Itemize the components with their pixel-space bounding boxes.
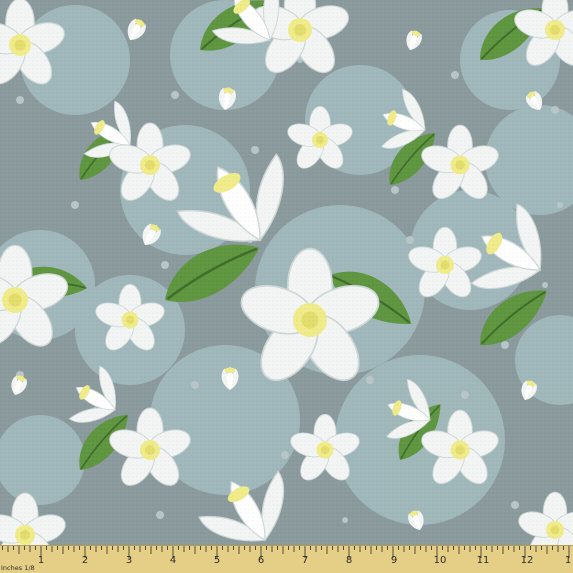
ruler-number: 12 — [521, 555, 534, 566]
ruler-number: 1 — [565, 555, 571, 566]
product-image: Inches 1/8 1 2 3 4 5 6 7 8 9 10 11 12 1 — [0, 0, 573, 573]
measuring-ruler: Inches 1/8 1 2 3 4 5 6 7 8 9 10 11 12 1 — [0, 545, 573, 573]
ruler-unit-label: Inches 1/8 — [1, 564, 35, 572]
fabric-pattern — [0, 0, 573, 545]
ruler-number: 1 — [38, 555, 44, 566]
ruler-number: 7 — [302, 555, 308, 566]
ruler-number: 5 — [214, 555, 220, 566]
ruler-number: 8 — [346, 555, 352, 566]
ruler-number: 11 — [477, 555, 490, 566]
ruler-number: 4 — [170, 555, 176, 566]
ruler-number: 10 — [434, 555, 447, 566]
ruler-number: 3 — [126, 555, 132, 566]
ruler-number: 6 — [258, 555, 264, 566]
ruler-number: 2 — [82, 555, 88, 566]
weave-texture — [0, 0, 573, 545]
ruler-number: 9 — [391, 555, 397, 566]
